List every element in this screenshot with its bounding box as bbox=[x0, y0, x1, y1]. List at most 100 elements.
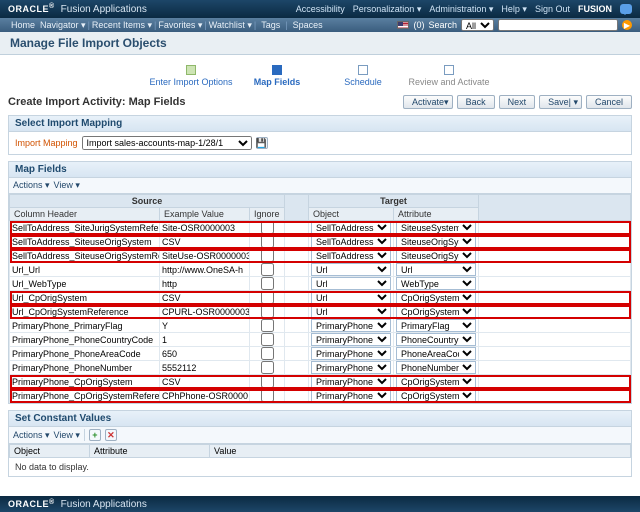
attribute-select[interactable]: WebType bbox=[396, 277, 476, 290]
cv-col-object[interactable]: Object bbox=[10, 445, 90, 458]
object-select[interactable]: Url bbox=[311, 277, 391, 290]
col-object[interactable]: Object bbox=[309, 208, 394, 221]
administration-menu[interactable]: Administration ▾ bbox=[429, 4, 493, 15]
save-button[interactable]: Save | ▾ bbox=[539, 95, 582, 109]
object-select[interactable]: PrimaryPhone bbox=[311, 319, 391, 332]
table-row[interactable]: PrimaryPhone_PrimaryFlagYPrimaryPhonePri… bbox=[10, 319, 631, 333]
select-mapping-header: Select Import Mapping bbox=[9, 116, 631, 132]
attribute-select[interactable]: PhoneNumber bbox=[396, 361, 476, 374]
cv-col-value[interactable]: Value bbox=[210, 445, 631, 458]
table-row[interactable]: Url_CpOrigSystemCSVUrlCpOrigSystem bbox=[10, 291, 631, 305]
back-button[interactable]: Back bbox=[457, 95, 495, 109]
table-row[interactable]: SellToAddress_SiteJurigSystemReferenceSi… bbox=[10, 221, 631, 235]
table-row[interactable]: SellToAddress_SiteuseOrigSystemCSVSellTo… bbox=[10, 235, 631, 249]
object-select[interactable]: PrimaryPhone bbox=[311, 347, 391, 360]
ignore-checkbox[interactable] bbox=[261, 305, 274, 318]
mapping-save-icon[interactable]: 💾 bbox=[256, 137, 268, 149]
table-row[interactable]: SellToAddress_SiteuseOrigSystemRefSiteUs… bbox=[10, 249, 631, 263]
object-select[interactable]: Url bbox=[311, 263, 391, 276]
chat-icon[interactable] bbox=[620, 4, 632, 14]
object-select[interactable]: PrimaryPhone bbox=[311, 389, 391, 402]
attribute-select[interactable]: SiteuseOrigSyst bbox=[396, 249, 476, 262]
page-title: Manage File Import Objects bbox=[10, 36, 167, 50]
view-menu[interactable]: View ▾ bbox=[54, 180, 80, 191]
train-step-schedule[interactable]: Schedule bbox=[323, 65, 403, 87]
search-input[interactable] bbox=[498, 19, 618, 31]
accessibility-link[interactable]: Accessibility bbox=[296, 4, 345, 14]
signout-link[interactable]: Sign Out bbox=[535, 4, 570, 14]
attribute-select[interactable]: CpOrigSystem bbox=[396, 375, 476, 388]
col-example[interactable]: Example Value bbox=[160, 208, 250, 221]
ignore-checkbox[interactable] bbox=[261, 277, 274, 290]
table-row[interactable]: Url_WebTypehttpUrlWebType bbox=[10, 277, 631, 291]
object-select[interactable]: Url bbox=[311, 291, 391, 304]
ignore-checkbox[interactable] bbox=[261, 347, 274, 360]
help-menu[interactable]: Help ▾ bbox=[501, 4, 527, 15]
cancel-button[interactable]: Cancel bbox=[586, 95, 632, 109]
ignore-checkbox[interactable] bbox=[261, 375, 274, 388]
import-mapping-select[interactable]: Import sales-accounts-map-1/28/1 bbox=[82, 136, 252, 150]
nav-tags[interactable]: Tags bbox=[258, 20, 283, 30]
nav-favorites[interactable]: Favorites ▾ bbox=[158, 20, 202, 31]
cell-column: PrimaryPhone_CpOrigSystem bbox=[10, 375, 160, 389]
table-row[interactable]: Url_Urlhttp://www.OneSA-hUrlUrl bbox=[10, 263, 631, 277]
search-scope[interactable]: All bbox=[461, 19, 494, 31]
ignore-checkbox[interactable] bbox=[261, 333, 274, 346]
cell-example: CPhPhone-OSR0000 bbox=[160, 389, 250, 403]
next-button[interactable]: Next bbox=[499, 95, 536, 109]
locale-flag-icon[interactable] bbox=[397, 21, 409, 29]
attribute-select[interactable]: SiteuseSystemR bbox=[396, 221, 476, 234]
add-icon[interactable]: + bbox=[89, 429, 101, 441]
attribute-select[interactable]: PrimaryFlag bbox=[396, 319, 476, 332]
col-attribute[interactable]: Attribute bbox=[394, 208, 479, 221]
nav-recent[interactable]: Recent Items ▾ bbox=[92, 20, 152, 31]
ignore-checkbox[interactable] bbox=[261, 249, 274, 262]
search-go-icon[interactable]: ▶ bbox=[622, 20, 632, 30]
table-row[interactable]: PrimaryPhone_CpOrigSystemReferenceCPhPho… bbox=[10, 389, 631, 403]
ignore-checkbox[interactable] bbox=[261, 361, 274, 374]
table-row[interactable]: PrimaryPhone_PhoneNumber5552112PrimaryPh… bbox=[10, 361, 631, 375]
ignore-checkbox[interactable] bbox=[261, 235, 274, 248]
remove-icon[interactable]: ✕ bbox=[105, 429, 117, 441]
attribute-select[interactable]: SiteuseOrigSyst bbox=[396, 235, 476, 248]
attribute-select[interactable]: CpOrigSystem bbox=[396, 291, 476, 304]
table-row[interactable]: PrimaryPhone_CpOrigSystemCSVPrimaryPhone… bbox=[10, 375, 631, 389]
ignore-checkbox[interactable] bbox=[261, 221, 274, 234]
ignore-checkbox[interactable] bbox=[261, 389, 274, 402]
ignore-checkbox[interactable] bbox=[261, 263, 274, 276]
object-select[interactable]: SellToAddress bbox=[311, 221, 391, 234]
object-select[interactable]: PrimaryPhone bbox=[311, 333, 391, 346]
train-step-mapfields[interactable]: Map Fields bbox=[237, 65, 317, 87]
cell-column: Url_CpOrigSystem bbox=[10, 291, 160, 305]
cv-col-attribute[interactable]: Attribute bbox=[90, 445, 210, 458]
ignore-checkbox[interactable] bbox=[261, 319, 274, 332]
activate-button[interactable]: Activate ▾ bbox=[403, 95, 453, 109]
attribute-select[interactable]: PhoneAreaCode bbox=[396, 347, 476, 360]
col-header[interactable]: Column Header bbox=[10, 208, 160, 221]
object-select[interactable]: SellToAddress bbox=[311, 235, 391, 248]
cv-actions-menu[interactable]: Actions ▾ bbox=[13, 430, 50, 441]
table-row[interactable]: PrimaryPhone_PhoneCountryCode1PrimaryPho… bbox=[10, 333, 631, 347]
attribute-select[interactable]: PhoneCountryC bbox=[396, 333, 476, 346]
train-step-options[interactable]: Enter Import Options bbox=[151, 65, 231, 87]
nav-spaces[interactable]: Spaces bbox=[290, 20, 326, 30]
nav-watchlist[interactable]: Watchlist ▾ bbox=[209, 20, 252, 31]
attribute-select[interactable]: CpOrigSystemR bbox=[396, 389, 476, 402]
map-fields-grid: Source Target Column Header Example Valu… bbox=[9, 194, 631, 403]
actions-menu[interactable]: Actions ▾ bbox=[13, 180, 50, 191]
ignore-checkbox[interactable] bbox=[261, 291, 274, 304]
table-row[interactable]: PrimaryPhone_PhoneAreaCode650PrimaryPhon… bbox=[10, 347, 631, 361]
object-select[interactable]: Url bbox=[311, 305, 391, 318]
personalization-menu[interactable]: Personalization ▾ bbox=[353, 4, 422, 15]
cell-column: Url_Url bbox=[10, 263, 160, 277]
attribute-select[interactable]: Url bbox=[396, 263, 476, 276]
object-select[interactable]: PrimaryPhone bbox=[311, 361, 391, 374]
object-select[interactable]: SellToAddress bbox=[311, 249, 391, 262]
col-ignore[interactable]: Ignore bbox=[250, 208, 285, 221]
nav-navigator[interactable]: Navigator ▾ bbox=[40, 20, 86, 31]
nav-home[interactable]: Home bbox=[8, 20, 38, 30]
object-select[interactable]: PrimaryPhone bbox=[311, 375, 391, 388]
attribute-select[interactable]: CpOrigSystemR bbox=[396, 305, 476, 318]
table-row[interactable]: Url_CpOrigSystemReferenceCPURL-OSR000000… bbox=[10, 305, 631, 319]
cv-view-menu[interactable]: View ▾ bbox=[54, 430, 80, 441]
